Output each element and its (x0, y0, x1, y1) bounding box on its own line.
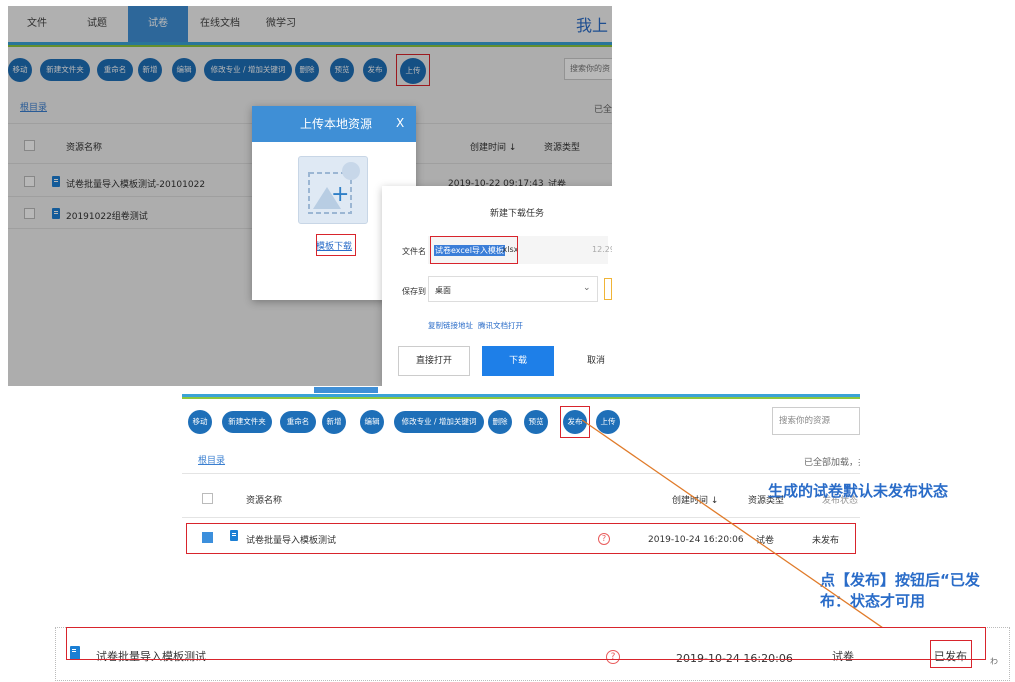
arrow-connector (581, 419, 918, 652)
published-row-highlight (66, 627, 986, 660)
extra-char: わ (990, 657, 998, 666)
